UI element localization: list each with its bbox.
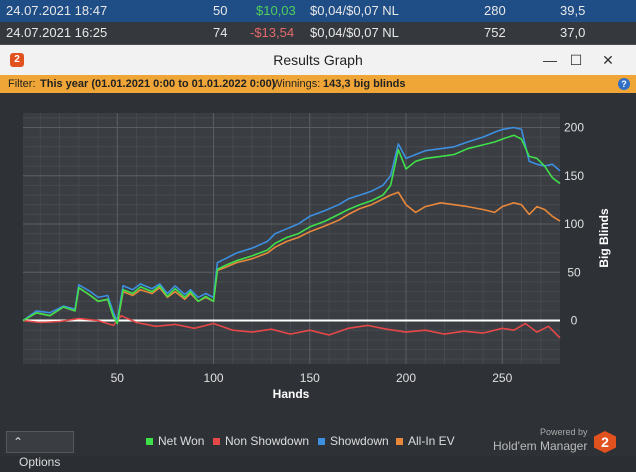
legend-label: Net Won	[158, 434, 205, 448]
x-tick-label: 50	[111, 371, 125, 385]
table-row[interactable]: 24.07.2021 18:47 50 $10,03 $0,04/$0,07 N…	[0, 0, 636, 22]
y-tick-label: 50	[567, 265, 581, 279]
maximize-button[interactable]: ☐	[566, 50, 586, 70]
x-axis-label: Hands	[273, 387, 310, 401]
hm2-brand-icon: 2	[594, 431, 616, 453]
results-chart: 50 100 150 200 250 0 50 100 150 200 Hands Big Bli…	[22, 113, 611, 401]
winnings-value: 143,3 big blinds	[323, 78, 406, 90]
help-icon[interactable]: ?	[618, 78, 630, 90]
legend-net-won[interactable]: Net Won	[146, 434, 204, 448]
row-hands: 74	[213, 25, 228, 40]
bottom-bar: ⌃ Options Net Won Non Showdown Showdown …	[0, 425, 636, 469]
table-row[interactable]: 24.07.2021 16:25 74 -$13,54 $0,04/$0,07 …	[0, 22, 636, 44]
x-tick-label: 150	[300, 371, 320, 385]
y-axis-label: Big Blinds	[597, 208, 611, 268]
row-date: 24.07.2021 18:47	[6, 3, 108, 18]
row-date: 24.07.2021 16:25	[6, 25, 108, 40]
chevron-up-icon: ⌃	[13, 435, 24, 449]
x-tick-label: 200	[396, 371, 416, 385]
brand-name: Hold'em Manager	[493, 439, 588, 453]
minimize-button[interactable]: —	[540, 50, 560, 70]
title-bar[interactable]: 2 Results Graph — ☐ ✕	[0, 45, 636, 75]
y-tick-label: 0	[571, 314, 578, 328]
filter-label: Filter:	[8, 78, 36, 90]
legend-showdown[interactable]: Showdown	[318, 434, 389, 448]
row-hands: 50	[213, 3, 228, 18]
winnings-label: Winnings:	[272, 78, 321, 90]
x-tick-label: 100	[204, 371, 224, 385]
y-tick-label: 200	[564, 120, 584, 134]
background-trades-table: 24.07.2021 18:47 50 $10,03 $0,04/$0,07 N…	[0, 0, 636, 44]
row-stakes: $0,04/$0,07 NL	[310, 25, 399, 40]
legend-allin-ev[interactable]: All-In EV	[396, 434, 455, 448]
results-graph-window: 2 Results Graph — ☐ ✕ Filter: This year …	[0, 44, 636, 469]
options-button[interactable]: ⌃ Options	[6, 431, 74, 469]
legend-label: Showdown	[330, 434, 389, 448]
powered-by-text: Powered by	[540, 427, 588, 437]
y-tick-label: 100	[564, 217, 584, 231]
legend-non-showdown[interactable]: Non Showdown	[213, 434, 309, 448]
filter-value[interactable]: This year (01.01.2021 0:00 to 01.01.2022…	[40, 78, 275, 90]
y-tick-label: 150	[564, 169, 584, 183]
x-tick-label: 250	[492, 371, 512, 385]
row-col6: 39,5	[560, 3, 586, 18]
row-col5: 752	[484, 25, 506, 40]
close-button[interactable]: ✕	[598, 50, 618, 70]
row-stakes: $0,04/$0,07 NL	[310, 3, 399, 18]
filter-bar: Filter: This year (01.01.2021 0:00 to 01…	[0, 75, 636, 93]
legend-label: Non Showdown	[225, 434, 310, 448]
row-col5: 280	[484, 3, 506, 18]
options-label: Options	[19, 455, 61, 469]
row-col6: 37,0	[560, 25, 586, 40]
plot-area	[23, 113, 560, 364]
row-won: -$13,54	[250, 25, 295, 40]
legend-label: All-In EV	[408, 434, 455, 448]
row-won: $10,03	[256, 3, 296, 18]
